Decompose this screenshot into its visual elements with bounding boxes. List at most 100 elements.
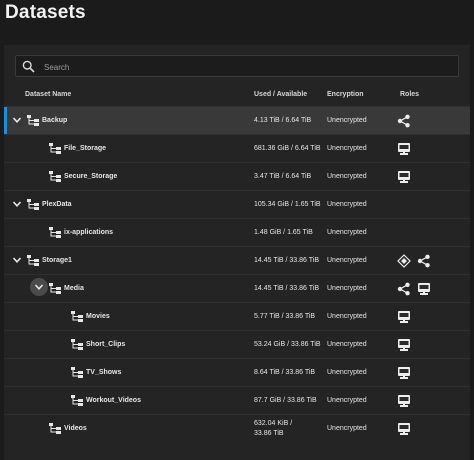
- dataset-tree-icon: [71, 395, 83, 406]
- expand-toggle[interactable]: [30, 278, 48, 296]
- used-available: 14.45 TiB / 33.86 TiB: [254, 257, 319, 264]
- roles: [397, 421, 411, 437]
- dataset-tree-icon: [71, 339, 83, 350]
- roles: [397, 281, 431, 297]
- smb-share-icon[interactable]: [397, 338, 411, 352]
- roles: [397, 393, 411, 409]
- share-icon[interactable]: [397, 114, 411, 128]
- used-line-2: 33.86 TiB: [254, 430, 284, 437]
- used-available: 3.47 TiB / 6.64 TiB: [254, 173, 312, 180]
- encryption-status: Unencrypted: [327, 397, 367, 404]
- table-row[interactable]: PlexData 105.34 GiB / 1.65 TiB Unencrypt…: [4, 190, 470, 218]
- roles: [397, 113, 411, 129]
- roles: [397, 365, 411, 381]
- table-row[interactable]: Short_Clips 53.24 GiB / 33.86 TiB Unencr…: [4, 330, 470, 358]
- dataset-tree-icon: [49, 283, 61, 294]
- roles: [397, 309, 411, 325]
- used-available: 681.36 GiB / 6.64 TiB: [254, 145, 321, 152]
- dataset-tree-icon: [71, 311, 83, 322]
- dataset-table: Backup 4.13 TiB / 6.64 TiB Unencrypted F…: [4, 106, 470, 442]
- dataset-name: Short_Clips: [86, 341, 126, 348]
- share-icon[interactable]: [417, 254, 431, 268]
- header-roles[interactable]: Roles: [400, 91, 419, 98]
- apps-icon[interactable]: [397, 254, 411, 268]
- table-row[interactable]: Videos 632.04 KiB / 33.86 TiB Unencrypted: [4, 414, 470, 442]
- header-dataset-name[interactable]: Dataset Name: [25, 91, 71, 98]
- smb-share-icon[interactable]: [397, 366, 411, 380]
- roles: [397, 337, 411, 353]
- header-used-available[interactable]: Used / Available: [254, 91, 307, 98]
- used-available: 4.13 TiB / 6.64 TiB: [254, 117, 312, 124]
- dataset-name: Workout_Videos: [86, 397, 141, 404]
- encryption-status: Unencrypted: [327, 341, 367, 348]
- dataset-name: ix-applications: [64, 229, 114, 236]
- table-row[interactable]: Secure_Storage 3.47 TiB / 6.64 TiB Unenc…: [4, 162, 470, 190]
- table-row[interactable]: Backup 4.13 TiB / 6.64 TiB Unencrypted: [4, 106, 470, 134]
- used-available: 5.77 TiB / 33.86 TiB: [254, 313, 316, 320]
- table-row[interactable]: Storage1 14.45 TiB / 33.86 TiB Unencrypt…: [4, 246, 470, 274]
- encryption-status: Unencrypted: [327, 285, 367, 292]
- dataset-name: Secure_Storage: [64, 173, 118, 180]
- table-row[interactable]: Media 14.45 TiB / 33.86 TiB Unencrypted: [4, 274, 470, 302]
- encryption-status: Unencrypted: [327, 117, 367, 124]
- table-row[interactable]: TV_Shows 8.64 TiB / 33.86 TiB Unencrypte…: [4, 358, 470, 386]
- chevron-down-icon[interactable]: [12, 199, 22, 209]
- used-available: 1.48 GiB / 1.65 TiB: [254, 229, 313, 236]
- encryption-status: Unencrypted: [327, 313, 367, 320]
- table-header: Dataset Name Used / Available Encryption…: [4, 88, 470, 104]
- encryption-status: Unencrypted: [327, 229, 367, 236]
- table-row[interactable]: ix-applications 1.48 GiB / 1.65 TiB Unen…: [4, 218, 470, 246]
- dataset-tree-icon: [49, 171, 61, 182]
- share-icon[interactable]: [397, 282, 411, 296]
- encryption-status: Unencrypted: [327, 369, 367, 376]
- dataset-tree-icon: [49, 143, 61, 154]
- used-available: 14.45 TiB / 33.86 TiB: [254, 285, 319, 292]
- smb-share-icon[interactable]: [397, 422, 411, 436]
- search-input[interactable]: [42, 58, 446, 76]
- used-available: 8.64 TiB / 33.86 TiB: [254, 369, 316, 376]
- dataset-name: PlexData: [42, 201, 72, 208]
- dataset-tree-icon: [71, 367, 83, 378]
- dataset-name: Media: [64, 285, 84, 292]
- dataset-tree-icon: [49, 227, 61, 238]
- roles: [397, 253, 431, 269]
- used-available: 105.34 GiB / 1.65 TiB: [254, 201, 321, 208]
- dataset-name: Backup: [42, 117, 68, 124]
- dataset-name: File_Storage: [64, 145, 107, 152]
- encryption-status: Unencrypted: [327, 257, 367, 264]
- used-line-1: 632.04 KiB /: [254, 420, 293, 427]
- dataset-name: Movies: [86, 313, 110, 320]
- smb-share-icon[interactable]: [397, 310, 411, 324]
- smb-share-icon[interactable]: [397, 170, 411, 184]
- page-title: Datasets: [5, 2, 86, 23]
- selection-indicator: [4, 107, 7, 134]
- chevron-down-icon[interactable]: [12, 115, 22, 125]
- datasets-card: Dataset Name Used / Available Encryption…: [4, 45, 470, 460]
- encryption-status: Unencrypted: [327, 173, 367, 180]
- table-row[interactable]: Workout_Videos 87.7 GiB / 33.86 TiB Unen…: [4, 386, 470, 414]
- used-available: 87.7 GiB / 33.86 TiB: [254, 397, 317, 404]
- used-available: 632.04 KiB / 33.86 TiB: [254, 419, 292, 439]
- table-row[interactable]: Movies 5.77 TiB / 33.86 TiB Unencrypted: [4, 302, 470, 330]
- chevron-down-icon: [34, 282, 44, 292]
- search-box[interactable]: [15, 55, 459, 77]
- encryption-status: Unencrypted: [327, 145, 367, 152]
- header-encryption[interactable]: Encryption: [327, 91, 364, 98]
- table-row[interactable]: File_Storage 681.36 GiB / 6.64 TiB Unenc…: [4, 134, 470, 162]
- dataset-tree-icon: [27, 115, 39, 126]
- smb-share-icon[interactable]: [417, 282, 431, 296]
- roles: [397, 169, 411, 185]
- smb-share-icon[interactable]: [397, 394, 411, 408]
- chevron-down-icon[interactable]: [12, 255, 22, 265]
- dataset-name: Storage1: [42, 257, 72, 264]
- used-available: 53.24 GiB / 33.86 TiB: [254, 341, 321, 348]
- dataset-tree-icon: [49, 423, 61, 434]
- dataset-name: TV_Shows: [86, 369, 122, 376]
- encryption-status: Unencrypted: [327, 425, 367, 432]
- dataset-name: Videos: [64, 425, 87, 432]
- smb-share-icon[interactable]: [397, 142, 411, 156]
- dataset-tree-icon: [27, 255, 39, 266]
- dataset-tree-icon: [27, 199, 39, 210]
- roles: [397, 141, 411, 157]
- encryption-status: Unencrypted: [327, 201, 367, 208]
